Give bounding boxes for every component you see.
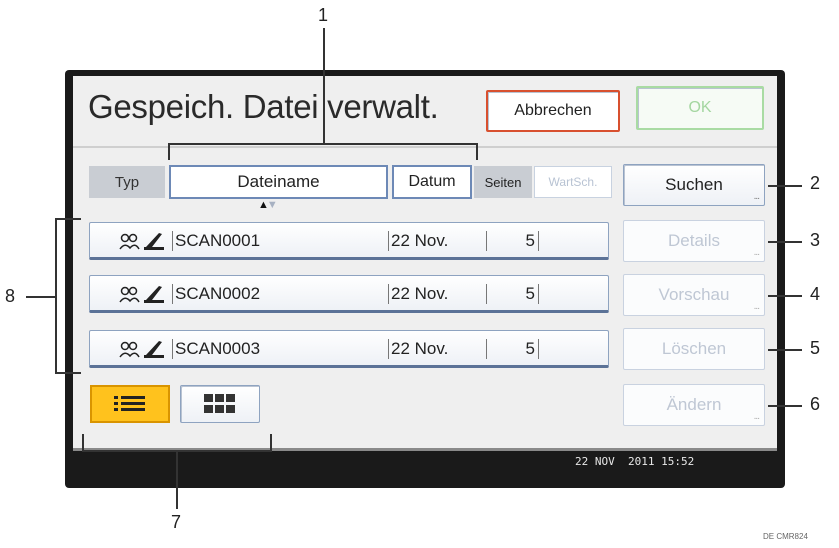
details-button-label: Details <box>668 231 720 250</box>
callout-label: 2 <box>810 173 821 193</box>
callout-line <box>768 185 802 187</box>
callout-bracket <box>55 218 57 374</box>
search-button[interactable]: Suchen ... <box>623 164 765 206</box>
preview-button[interactable]: Vorschau ... <box>623 274 765 316</box>
callout-bracket <box>270 434 272 452</box>
file-name: SCAN0003 <box>172 339 260 359</box>
file-pages: 5 <box>486 231 539 251</box>
thumbnail-view-button[interactable] <box>180 385 260 423</box>
status-datetime: 22 NOV 2011 15:52 <box>575 455 695 468</box>
file-name: SCAN0002 <box>172 284 260 304</box>
file-pages: 5 <box>486 339 539 359</box>
column-header-filename[interactable]: Dateiname <box>169 165 388 199</box>
more-options-icon: ... <box>753 411 760 422</box>
callout-label: 4 <box>810 284 821 304</box>
callout-label: 1 <box>318 5 329 25</box>
callout-label: 8 <box>5 286 16 306</box>
column-header-pages: Seiten <box>474 166 532 198</box>
change-button[interactable]: Ändern ... <box>623 384 765 426</box>
delete-button[interactable]: Löschen <box>623 328 765 370</box>
callout-line <box>768 405 802 407</box>
cancel-button[interactable]: Abbrechen <box>486 90 620 132</box>
callout-line <box>768 349 802 351</box>
callout-bracket <box>55 372 81 374</box>
delete-button-label: Löschen <box>661 339 727 358</box>
page-title: Gespeich. Datei verwalt. <box>88 88 439 125</box>
column-header-waiting[interactable]: WartSch. <box>534 166 612 198</box>
file-date: 22 Nov. <box>388 284 448 304</box>
title-divider <box>73 146 777 148</box>
callout-bracket <box>82 434 84 452</box>
callout-bracket <box>168 143 170 160</box>
callout-label: 7 <box>171 512 182 532</box>
callout-line <box>768 295 802 297</box>
more-options-icon: ... <box>753 247 760 258</box>
callout-bracket <box>55 218 81 220</box>
list-view-button[interactable] <box>90 385 170 423</box>
thumbnail-grid-icon <box>204 394 235 413</box>
file-row[interactable]: SCAN0001 22 Nov. 5 <box>89 222 609 260</box>
list-view-icon <box>114 396 145 411</box>
file-pages: 5 <box>486 284 539 304</box>
column-header-type: Typ <box>89 166 165 198</box>
more-options-icon: ... <box>753 301 760 312</box>
callout-label: 6 <box>810 394 821 414</box>
callout-line <box>768 241 802 243</box>
file-row[interactable]: SCAN0003 22 Nov. 5 <box>89 330 609 368</box>
callout-bracket <box>168 143 478 145</box>
callout-line <box>176 451 178 509</box>
scanner-file-icon <box>119 286 164 303</box>
callout-bracket <box>476 143 478 160</box>
callout-label: 3 <box>810 230 821 250</box>
callout-line <box>26 296 56 298</box>
column-header-date[interactable]: Datum <box>392 165 472 199</box>
details-button[interactable]: Details ... <box>623 220 765 262</box>
more-options-icon: ... <box>753 191 760 202</box>
sort-direction-icon: ▲▼ <box>258 199 278 211</box>
change-button-label: Ändern <box>666 395 722 414</box>
search-button-label: Suchen <box>665 175 723 194</box>
file-name: SCAN0001 <box>172 231 260 251</box>
callout-label: 5 <box>810 338 821 358</box>
callout-line <box>323 28 325 144</box>
scanner-file-icon <box>119 341 164 358</box>
file-date: 22 Nov. <box>388 339 448 359</box>
scanner-file-icon <box>119 233 164 250</box>
preview-button-label: Vorschau <box>658 285 730 304</box>
figure-code: DE CMR824 <box>763 532 808 541</box>
file-row[interactable]: SCAN0002 22 Nov. 5 <box>89 275 609 313</box>
file-date: 22 Nov. <box>388 231 448 251</box>
ok-button[interactable]: OK <box>636 86 764 130</box>
